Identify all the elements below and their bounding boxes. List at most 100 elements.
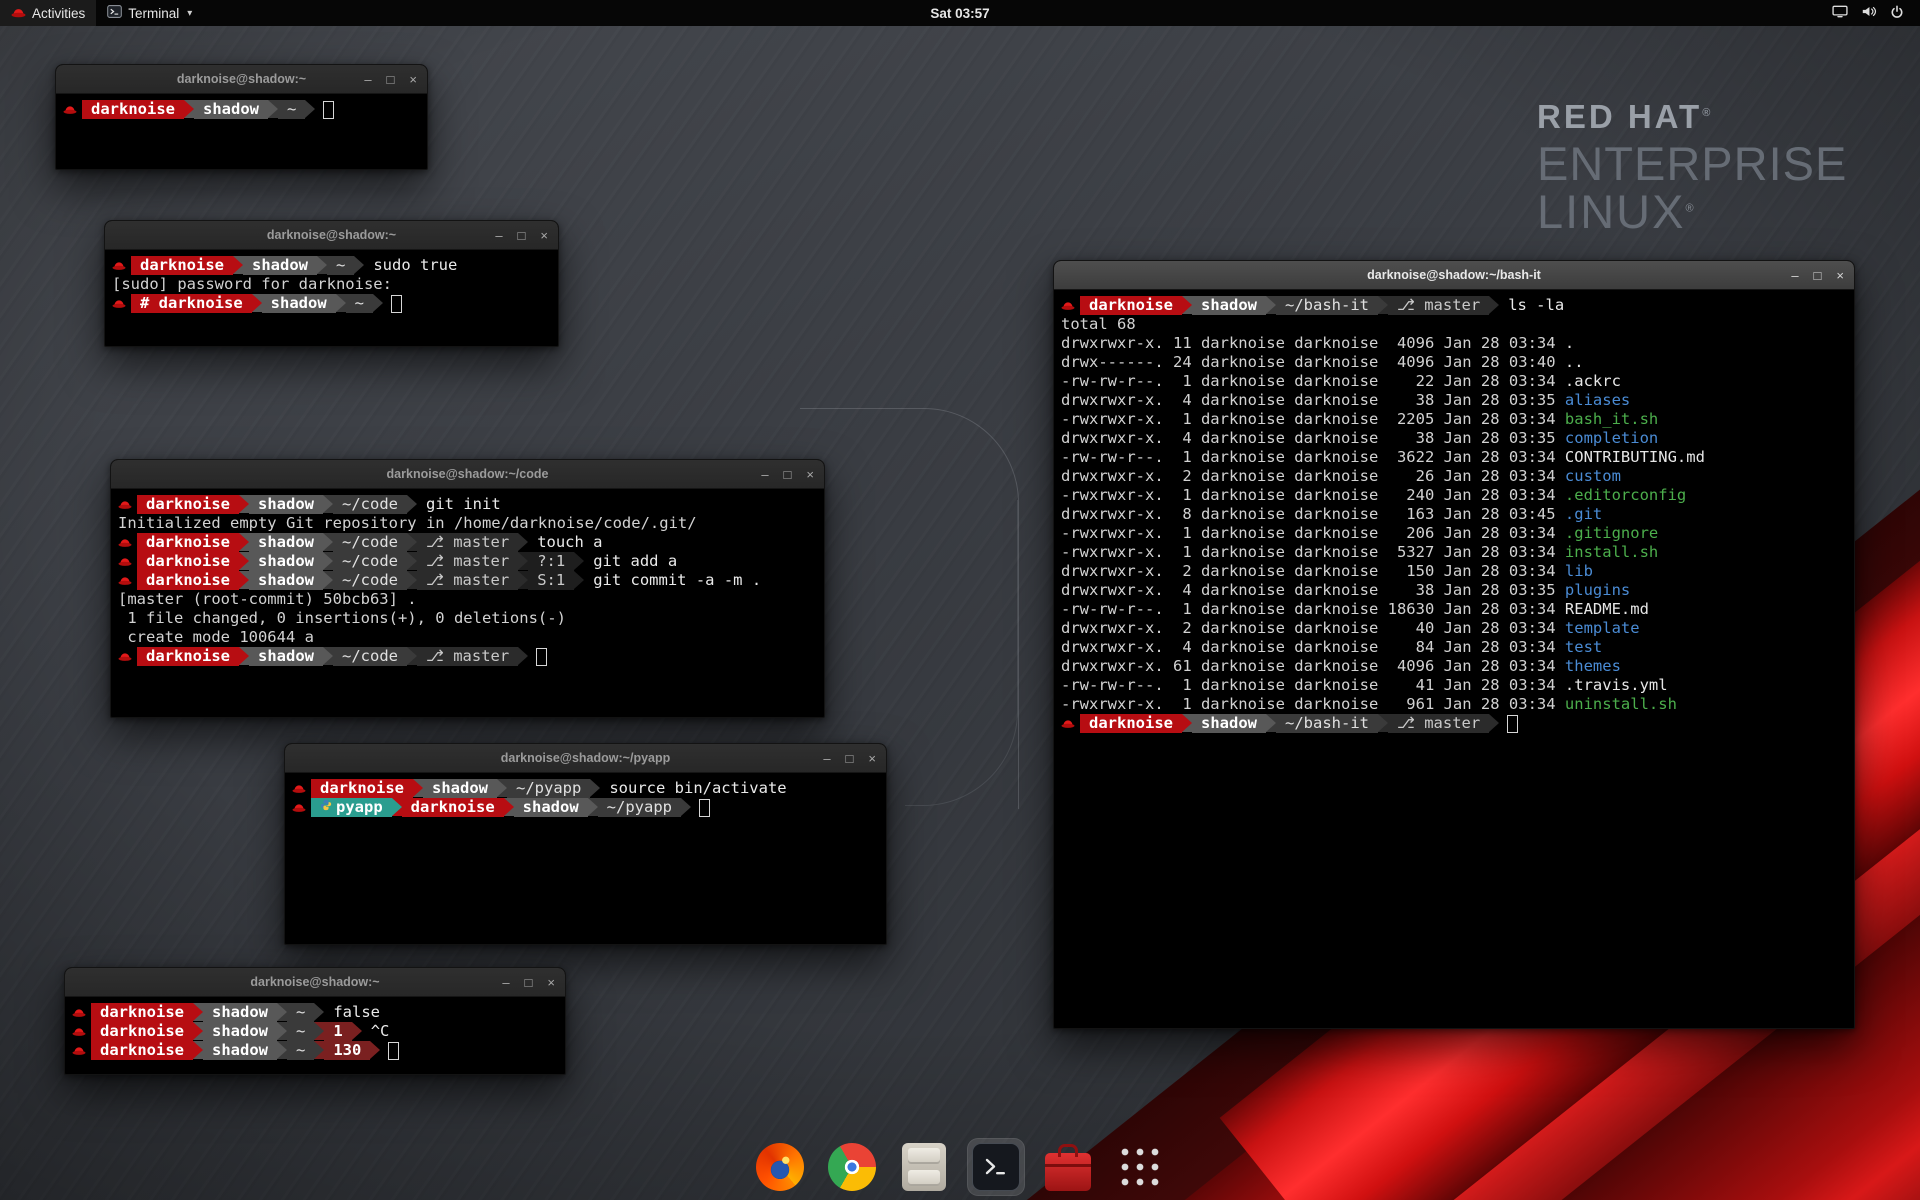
terminal-output-line: total 68: [1061, 315, 1847, 334]
terminal-ls-line: drwxrwxr-x. 4 darknoise darknoise 38 Jan…: [1061, 581, 1847, 600]
ls-file-meta: drwxrwxr-x. 4 darknoise darknoise 38 Jan…: [1061, 391, 1565, 409]
activities-button[interactable]: Activities: [0, 0, 96, 26]
prompt-segment-host: shadow: [203, 1022, 277, 1041]
close-button[interactable]: ×: [540, 229, 548, 242]
powerline-separator-icon: [1378, 296, 1388, 314]
terminal-window-exitcodes[interactable]: darknoise@shadow:~– □ × darknoiseshadow~fal…: [64, 967, 566, 1075]
powerline-separator-icon: [323, 647, 333, 665]
window-titlebar[interactable]: darknoise@shadow:~/bash-it–□×: [1054, 261, 1854, 290]
dock-item-files[interactable]: [895, 1138, 953, 1196]
powerline-separator-icon: [407, 495, 417, 513]
terminal-screen[interactable]: darknoiseshadow~sudo true[sudo] password…: [105, 250, 558, 319]
window-titlebar[interactable]: darknoise@shadow:~–□×: [105, 221, 558, 250]
maximize-button[interactable]: □: [518, 229, 526, 242]
terminal-ls-line: -rwxrwxr-x. 1 darknoise darknoise 961 Ja…: [1061, 695, 1847, 714]
terminal-window-bash-it[interactable]: darknoise@shadow:~/bash-it–□×darknoisesh…: [1053, 260, 1855, 1029]
close-button[interactable]: ×: [409, 73, 417, 86]
powerline-separator-icon: [233, 256, 243, 274]
window-titlebar[interactable]: darknoise@shadow:~/code– □ ×: [111, 460, 824, 489]
close-button[interactable]: ×: [547, 976, 555, 989]
power-icon[interactable]: [1890, 5, 1904, 22]
prompt-segment-venv: pyapp: [311, 798, 392, 817]
minimize-button[interactable]: –: [364, 73, 371, 86]
ls-file-meta: drwxrwxr-x. 61 darknoise darknoise 4096 …: [1061, 657, 1565, 675]
prompt-segment-path: ~/code: [333, 552, 407, 571]
app-menu-terminal[interactable]: Terminal ▾: [96, 0, 203, 26]
window-title: darknoise@shadow:~: [65, 968, 565, 996]
terminal-window-code[interactable]: darknoise@shadow:~/code–□×darknoiseshado…: [110, 459, 825, 718]
clock[interactable]: Sat 03:57: [930, 0, 989, 26]
terminal-screen[interactable]: darknoiseshadow~falsedarknoiseshadow~1^C…: [65, 997, 565, 1066]
powerline-separator-icon: [681, 798, 691, 816]
dock-item-software[interactable]: [1039, 1138, 1097, 1196]
window-titlebar[interactable]: darknoise@shadow:~– □ ×: [65, 968, 565, 997]
maximize-button[interactable]: □: [525, 976, 533, 989]
terminal-output-line: Initialized empty Git repository in /hom…: [118, 514, 817, 533]
powerline-separator-icon: [392, 798, 402, 816]
system-status-area[interactable]: [1824, 0, 1912, 26]
prompt-segment-user: darknoise: [137, 495, 239, 514]
terminal-prompt-line: darknoiseshadow~1^C: [72, 1022, 558, 1041]
terminal-app-icon: [107, 5, 122, 21]
ls-file-name: plugins: [1565, 581, 1630, 599]
powerline-separator-icon: [574, 571, 584, 589]
redhat-prompt-icon: [112, 256, 126, 275]
minimize-button[interactable]: –: [823, 752, 830, 765]
prompt-segment-host: shadow: [423, 779, 497, 798]
window-titlebar[interactable]: darknoise@shadow:~–□×: [56, 65, 427, 94]
close-button[interactable]: ×: [806, 468, 814, 481]
terminal-screen[interactable]: darknoiseshadow~: [56, 94, 427, 125]
prompt-segment-host: shadow: [249, 533, 323, 552]
terminal-prompt-line: darknoiseshadow~/code⎇ master?:1git add …: [118, 552, 817, 571]
terminal-prompt-line: darknoiseshadow~false: [72, 1003, 558, 1022]
ls-file-name: install.sh: [1565, 543, 1658, 561]
chrome-icon: [828, 1143, 876, 1191]
dock-item-chrome[interactable]: [823, 1138, 881, 1196]
dock-item-terminal[interactable]: [967, 1138, 1025, 1196]
minimize-button[interactable]: –: [761, 468, 768, 481]
terminal-cursor: [388, 1042, 399, 1060]
minimize-button[interactable]: –: [502, 976, 509, 989]
terminal-screen[interactable]: darknoiseshadow~/pyappsource bin/activat…: [285, 773, 886, 823]
terminal-window-sudo[interactable]: darknoise@shadow:~–□×darknoiseshadow~sud…: [104, 220, 559, 347]
maximize-button[interactable]: □: [846, 752, 854, 765]
minimize-button[interactable]: –: [1791, 269, 1798, 282]
command-text: ^C: [371, 1022, 390, 1040]
powerline-separator-icon: [252, 294, 262, 312]
redhat-prompt-icon: [292, 779, 306, 798]
display-icon[interactable]: [1832, 5, 1848, 21]
window-titlebar[interactable]: darknoise@shadow:~/pyapp–□×: [285, 744, 886, 773]
prompt-segment-path: ~/bash-it: [1276, 714, 1378, 733]
powerline-separator-icon: [1489, 714, 1499, 732]
window-title: darknoise@shadow:~/code: [111, 460, 824, 488]
window-controls: – □ ×: [1791, 261, 1844, 289]
maximize-button[interactable]: □: [1814, 269, 1822, 282]
minimize-button[interactable]: –: [495, 229, 502, 242]
dock-item-firefox[interactable]: [751, 1138, 809, 1196]
ls-file-meta: drwxrwxr-x. 4 darknoise darknoise 84 Jan…: [1061, 638, 1565, 656]
terminal-cursor: [323, 101, 334, 119]
powerline-separator-icon: [323, 495, 333, 513]
maximize-button[interactable]: □: [387, 73, 395, 86]
powerline-separator-icon: [504, 798, 514, 816]
prompt-segment-user: darknoise: [82, 100, 184, 119]
command-text: git init: [426, 495, 501, 513]
terminal-window-home-small[interactable]: darknoise@shadow:~–□×darknoiseshadow~: [55, 64, 428, 170]
powerline-separator-icon: [518, 571, 528, 589]
dock-item-app-grid[interactable]: [1111, 1138, 1169, 1196]
terminal-ls-line: drwxrwxr-x. 4 darknoise darknoise 38 Jan…: [1061, 391, 1847, 410]
powerline-separator-icon: [497, 779, 507, 797]
prompt-segment-host: shadow: [262, 294, 336, 313]
terminal-screen[interactable]: darknoise shadow ~/code git initInitialized…: [111, 489, 824, 672]
volume-icon[interactable]: [1861, 5, 1877, 21]
terminal-screen[interactable]: darknoiseshadow~/bash-it⎇ masterls -lato…: [1054, 290, 1854, 739]
ls-file-name: completion: [1565, 429, 1658, 447]
powerline-separator-icon: [193, 1022, 203, 1040]
terminal-window-pyapp[interactable]: darknoise@shadow:~/pyapp–□×darknoiseshad…: [284, 743, 887, 945]
close-button[interactable]: ×: [868, 752, 876, 765]
prompt-segment-path: ~: [287, 1022, 314, 1041]
ls-file-name: .gitignore: [1565, 524, 1658, 542]
maximize-button[interactable]: □: [784, 468, 792, 481]
close-button[interactable]: ×: [1836, 269, 1844, 282]
prompt-segment-host: shadow: [249, 571, 323, 590]
